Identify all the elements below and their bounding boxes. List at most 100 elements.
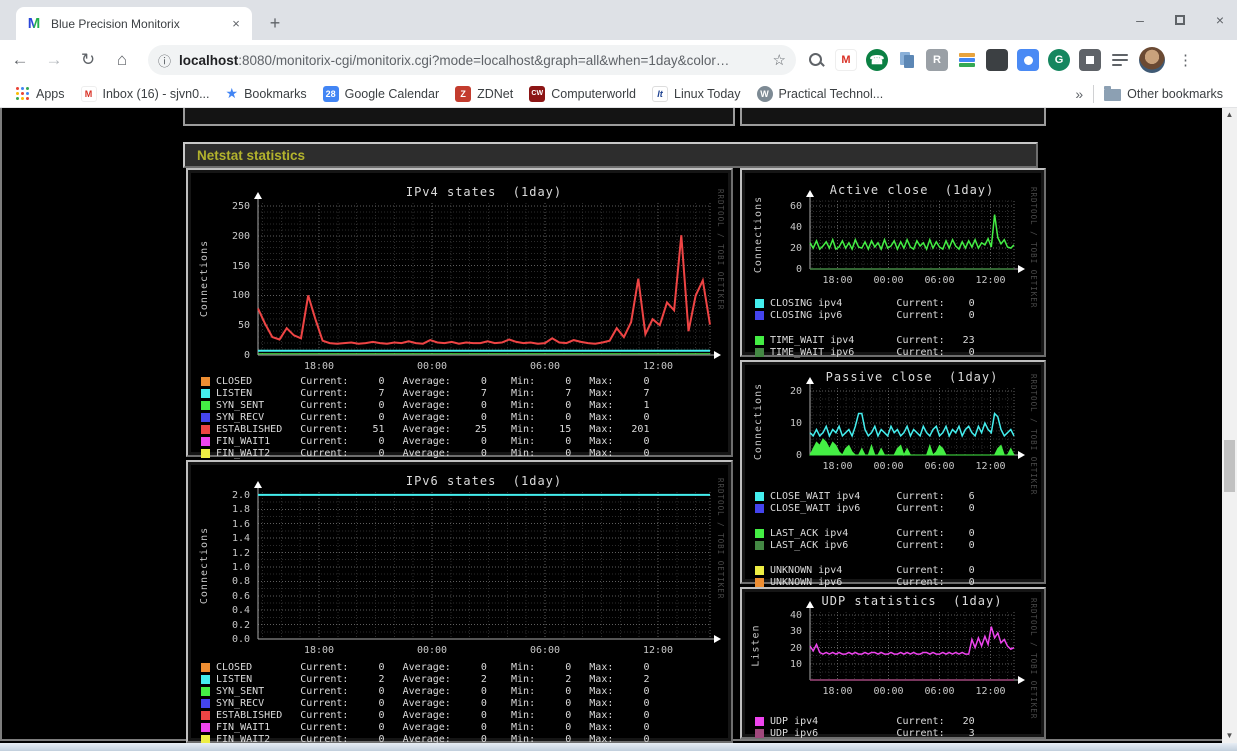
legend-swatch bbox=[755, 540, 764, 550]
passive-close-graph-panel[interactable]: Passive close (1day) Connections RRDTOOL /… bbox=[740, 360, 1046, 588]
bookmark-practical-technology[interactable]: W Practical Technol... bbox=[756, 85, 883, 102]
pocket-extension-icon[interactable] bbox=[986, 49, 1008, 71]
tab-close-icon[interactable]: × bbox=[228, 16, 244, 32]
scrollbar-thumb[interactable] bbox=[1224, 440, 1235, 492]
ipv6-states-graph[interactable]: IPv6 states (1day) Connections RRDTOOL / T… bbox=[191, 465, 728, 745]
legend-swatch bbox=[201, 448, 210, 458]
legend-swatch bbox=[201, 400, 210, 410]
window-close-button[interactable]: × bbox=[1211, 11, 1229, 29]
media-queue-extension-icon[interactable] bbox=[1110, 50, 1130, 70]
legend-swatch bbox=[201, 710, 210, 720]
bookmark-linux-today[interactable]: lt Linux Today bbox=[652, 85, 741, 102]
puzzle-extension-icon[interactable] bbox=[1079, 49, 1101, 71]
page-info-icon[interactable]: ⓘ bbox=[158, 51, 171, 70]
bookmark-label: ZDNet bbox=[477, 86, 514, 101]
legend-swatch bbox=[755, 503, 764, 513]
window-maximize-button[interactable] bbox=[1171, 11, 1189, 29]
bookmark-google-calendar[interactable]: 28 Google Calendar bbox=[322, 85, 439, 102]
legend-swatch bbox=[755, 335, 764, 345]
active-close-graph-panel[interactable]: Active close (1day) Connections RRDTOOL / … bbox=[740, 168, 1046, 358]
bookmarks-overflow-chevron[interactable]: » bbox=[1075, 86, 1083, 102]
scrollbar-down-icon[interactable]: ▼ bbox=[1222, 729, 1237, 743]
bookmark-star-icon[interactable]: ☆ bbox=[773, 51, 786, 69]
back-button[interactable]: ← bbox=[6, 46, 34, 74]
legend-swatch bbox=[755, 310, 764, 320]
legend-row: LAST_ACK ipv6 Current: 0 bbox=[755, 539, 975, 551]
reload-button[interactable]: ↻ bbox=[74, 46, 102, 74]
url-text: localhost:8080/monitorix-cgi/monitorix.c… bbox=[179, 53, 767, 68]
udp-statistics-graph-panel[interactable]: UDP statistics (1day) Listen RRDTOOL / TOB… bbox=[740, 587, 1046, 739]
y-tick-label: 60 bbox=[789, 201, 802, 213]
copy-pages-extension-icon[interactable] bbox=[897, 50, 917, 70]
x-tick-label: 18:00 bbox=[303, 645, 335, 656]
page-scrollbar[interactable]: ▲ ▼ bbox=[1222, 108, 1237, 743]
y-tick-label: 0.2 bbox=[231, 619, 250, 631]
bookmarks-divider bbox=[1093, 84, 1095, 103]
zdnet-icon: Z bbox=[455, 85, 472, 102]
legend-row: CLOSE_WAIT ipv6 Current: 0 bbox=[755, 502, 975, 514]
y-tick-label: 0.0 bbox=[231, 634, 250, 645]
legend-text: ESTABLISHED Current: 0 Average: 0 Min: 0… bbox=[216, 709, 650, 721]
legend-text: UNKNOWN ipv6 Current: 0 bbox=[770, 576, 975, 588]
legend-swatch bbox=[201, 412, 210, 422]
r-extension-icon[interactable]: R bbox=[926, 49, 948, 71]
browser-menu-icon[interactable]: ⋮ bbox=[1178, 51, 1193, 69]
legend-row: CLOSED Current: 0 Average: 0 Min: 0 Max:… bbox=[201, 375, 649, 387]
camera-extension-icon[interactable] bbox=[1017, 49, 1039, 71]
window-minimize-button[interactable]: – bbox=[1131, 11, 1149, 29]
new-tab-button[interactable]: + bbox=[262, 10, 288, 36]
x-tick-label: 12:00 bbox=[642, 361, 674, 372]
bookmark-computerworld[interactable]: CW Computerworld bbox=[529, 85, 636, 102]
legend-text: FIN_WAIT2 Current: 0 Average: 0 Min: 0 M… bbox=[216, 447, 650, 459]
gmail-icon: M bbox=[80, 85, 97, 102]
other-bookmarks-folder[interactable]: Other bookmarks bbox=[1104, 86, 1223, 101]
previous-section-graph-left bbox=[183, 108, 735, 126]
gmail-extension-icon[interactable]: M bbox=[835, 49, 857, 71]
legend-text: TIME_WAIT ipv6 Current: 0 bbox=[770, 346, 975, 358]
x-tick-label: 00:00 bbox=[416, 361, 448, 372]
grammarly-extension-icon[interactable]: G bbox=[1048, 49, 1070, 71]
books-extension-icon[interactable] bbox=[957, 50, 977, 70]
bookmark-inbox[interactable]: M Inbox (16) - sjvn0... bbox=[80, 85, 210, 102]
rrdtool-watermark: RRDTOOL / TOBI OETIKER bbox=[1029, 374, 1038, 496]
graph-legend: CLOSE_WAIT ipv4 Current: 6 CLOSE_WAIT ipv… bbox=[755, 490, 975, 588]
y-tick-label: 10 bbox=[789, 418, 802, 430]
ipv6-states-graph-panel[interactable]: IPv6 states (1day) Connections RRDTOOL / T… bbox=[186, 460, 733, 745]
search-extension-icon[interactable] bbox=[806, 50, 826, 70]
scrollbar-up-icon[interactable]: ▲ bbox=[1222, 108, 1237, 122]
profile-avatar[interactable] bbox=[1139, 47, 1165, 73]
legend-text: LAST_ACK ipv6 Current: 0 bbox=[770, 539, 975, 551]
legend-text: SYN_SENT Current: 0 Average: 0 Min: 0 Ma… bbox=[216, 685, 650, 697]
ipv4-states-graph-panel[interactable]: IPv4 states (1day) Connections RRDTOOL / T… bbox=[186, 168, 733, 459]
legend-swatch bbox=[755, 716, 764, 726]
home-button[interactable]: ⌂ bbox=[108, 46, 136, 74]
address-bar[interactable]: ⓘ localhost:8080/monitorix-cgi/monitorix… bbox=[148, 45, 796, 75]
legend-text: CLOSE_WAIT ipv6 Current: 0 bbox=[770, 502, 975, 514]
y-tick-label: 1.0 bbox=[231, 561, 250, 573]
ipv4-states-graph[interactable]: IPv4 states (1day) Connections RRDTOOL / T… bbox=[191, 173, 728, 459]
bookmark-bookmarks[interactable]: ★ Bookmarks bbox=[226, 85, 307, 102]
bookmark-zdnet[interactable]: Z ZDNet bbox=[455, 85, 514, 102]
bookmark-label: Bookmarks bbox=[244, 86, 307, 101]
forward-button[interactable]: → bbox=[40, 46, 68, 74]
legend-swatch bbox=[755, 728, 764, 738]
legend-swatch bbox=[201, 686, 210, 696]
folder-icon bbox=[1104, 86, 1122, 101]
browser-tab[interactable]: M Blue Precision Monitorix × bbox=[16, 7, 252, 40]
legend-text: SYN_RECV Current: 0 Average: 0 Min: 0 Ma… bbox=[216, 411, 650, 423]
phone-extension-icon[interactable]: ☎ bbox=[866, 49, 888, 71]
passive-close-graph[interactable]: Passive close (1day) Connections RRDTOOL /… bbox=[745, 365, 1041, 588]
x-tick-label: 06:00 bbox=[529, 361, 561, 372]
legend-text: FIN_WAIT1 Current: 0 Average: 0 Min: 0 M… bbox=[216, 721, 650, 733]
udp-statistics-graph[interactable]: UDP statistics (1day) Listen RRDTOOL / TOB… bbox=[745, 592, 1041, 739]
browser-toolbar: ← → ↻ ⌂ ⓘ localhost:8080/monitorix-cgi/m… bbox=[0, 40, 1237, 80]
monitorix-favicon-icon: M bbox=[27, 14, 41, 32]
window-bottom-edge bbox=[0, 743, 1237, 751]
url-path: :8080/monitorix-cgi/monitorix.cgi?mode=l… bbox=[238, 52, 730, 68]
bookmark-apps[interactable]: Apps bbox=[16, 86, 65, 101]
y-tick-label: 250 bbox=[231, 200, 250, 212]
y-tick-label: 20 bbox=[789, 243, 802, 255]
bookmarks-bar: Apps M Inbox (16) - sjvn0... ★ Bookmarks… bbox=[0, 80, 1237, 108]
legend-text: TIME_WAIT ipv4 Current: 23 bbox=[770, 334, 975, 346]
active-close-graph[interactable]: Active close (1day) Connections RRDTOOL / … bbox=[745, 173, 1041, 358]
